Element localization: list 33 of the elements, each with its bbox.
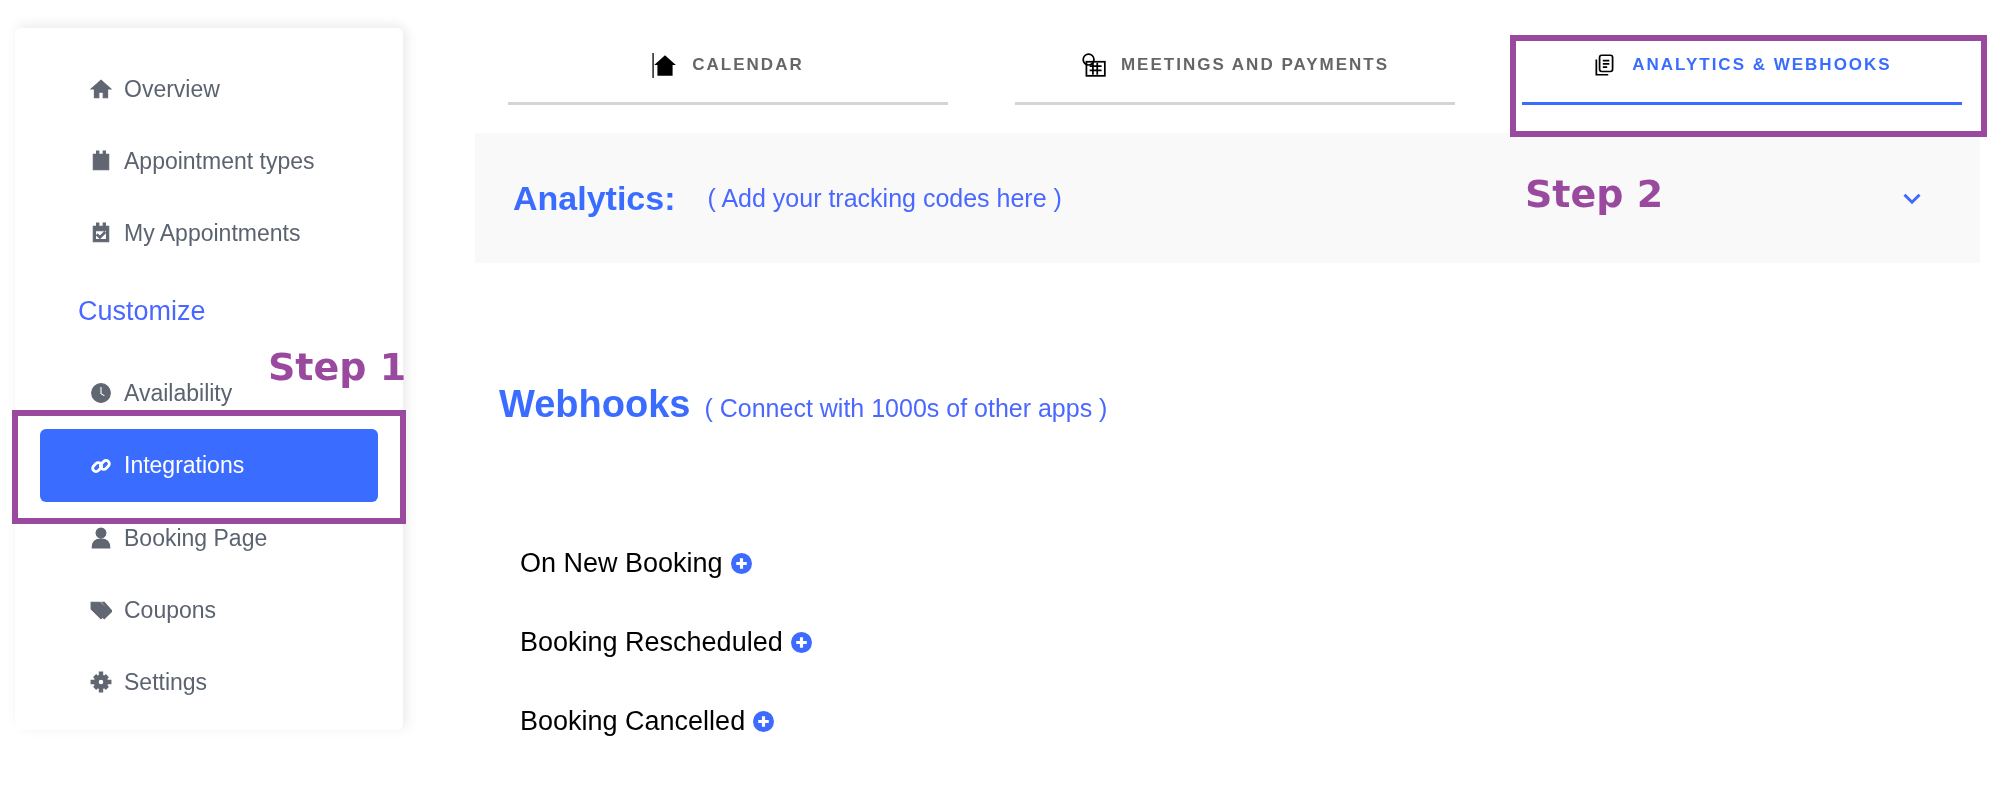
step-label: Step 2	[1525, 172, 1664, 216]
add-icon[interactable]	[730, 553, 752, 574]
sidebar-item[interactable]: Booking Page	[40, 502, 268, 574]
calendar-icon	[90, 150, 112, 172]
schedule-icon	[1080, 52, 1107, 78]
user-icon	[90, 527, 112, 549]
gear-icon	[90, 671, 112, 693]
webhook-event-label: Booking Cancelled	[520, 706, 746, 737]
tab[interactable]: ANALYTICS & WEBHOOKS	[1522, 40, 1962, 105]
webhooks-hint: ( Connect with 1000s of other apps )	[704, 394, 1108, 423]
sidebar-item[interactable]: My Appointments	[40, 197, 301, 269]
clock-icon	[90, 382, 112, 404]
tab[interactable]: CALENDAR	[508, 40, 948, 105]
analytics-title: Analytics:	[513, 178, 676, 218]
webhooks-title: Webhooks	[499, 383, 691, 426]
sidebar-item[interactable]: Availability	[40, 357, 233, 429]
chevron-down-icon[interactable]	[1902, 191, 1922, 205]
sidebar-item[interactable]: Settings	[40, 646, 208, 718]
calendar-check-icon	[90, 222, 112, 244]
sidebar-item[interactable]: Coupons	[40, 574, 217, 646]
sidebar-item[interactable]: Integrations	[40, 429, 378, 502]
section-heading: Customize	[77, 295, 207, 328]
tab[interactable]: MEETINGS AND PAYMENTS	[1015, 40, 1455, 105]
step-label: Step 1	[268, 345, 407, 389]
analytics-hint: ( Add your tracking codes here )	[707, 183, 1062, 213]
add-icon[interactable]	[753, 711, 775, 732]
sidebar-item[interactable]: Appointment types	[40, 125, 315, 197]
home-icon	[90, 78, 112, 100]
sidebar-item[interactable]: Overview	[40, 53, 220, 125]
add-icon[interactable]	[790, 632, 812, 653]
webhook-event-label: Booking Rescheduled	[520, 627, 783, 658]
webhook-event-label: On New Booking	[520, 548, 723, 579]
tags-icon	[90, 599, 112, 621]
